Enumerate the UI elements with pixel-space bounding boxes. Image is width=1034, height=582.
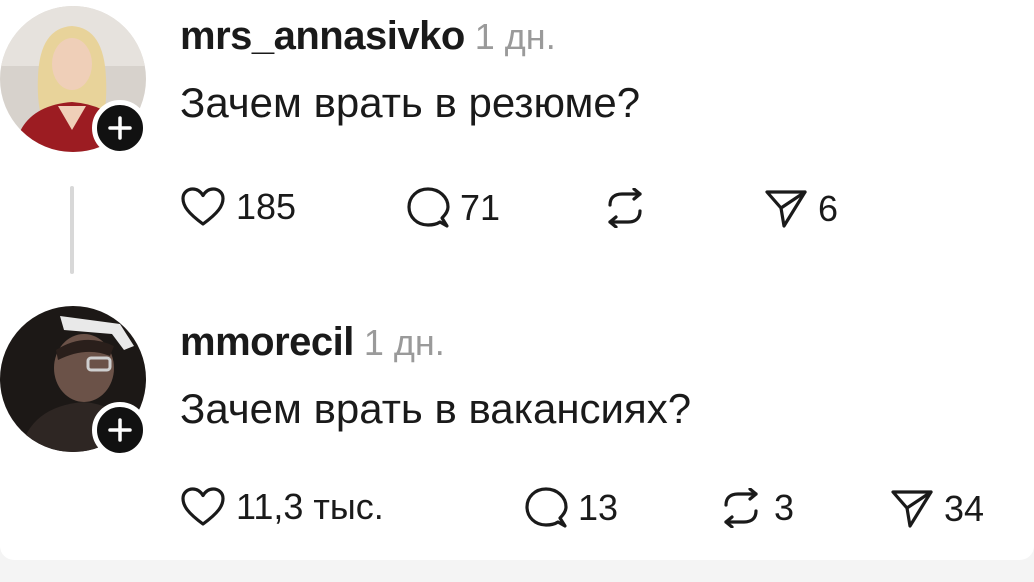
username[interactable]: mmorecil <box>180 320 354 364</box>
follow-button[interactable] <box>92 402 148 458</box>
comment-button[interactable]: 71 <box>406 186 500 230</box>
timestamp: 1 дн. <box>363 322 445 363</box>
share-button[interactable]: 34 <box>890 488 984 530</box>
share-count: 6 <box>818 188 839 229</box>
heart-icon <box>181 487 225 526</box>
comment-count: 71 <box>460 187 501 228</box>
repost-icon <box>608 188 642 228</box>
like-button[interactable]: 185 <box>180 186 296 228</box>
post-header: mrs_annasivko 1 дн. <box>180 16 556 56</box>
post-header: mmorecil 1 дн. <box>180 322 445 362</box>
comment-icon <box>407 187 450 228</box>
comment-count: 13 <box>578 487 619 528</box>
plus-icon <box>108 418 132 442</box>
repost-count: 3 <box>774 487 795 528</box>
comment-icon <box>525 487 568 528</box>
share-icon <box>891 490 933 528</box>
heart-icon <box>181 187 225 226</box>
comment-button[interactable]: 13 <box>524 486 618 530</box>
share-count: 34 <box>944 488 985 529</box>
post: mmorecil 1 дн. Зачем врать в вакансиях? 1… <box>0 306 1034 560</box>
repost-button[interactable] <box>602 188 658 228</box>
post: mrs_annasivko 1 дн. Зачем врать в резюме?… <box>0 0 1034 290</box>
like-button[interactable]: 11,3 тыс. <box>180 486 384 528</box>
share-icon <box>765 190 807 228</box>
repost-button[interactable]: 3 <box>718 488 794 528</box>
like-count: 185 <box>236 186 297 227</box>
timestamp: 1 дн. <box>474 16 556 57</box>
plus-icon <box>108 116 132 140</box>
follow-button[interactable] <box>92 100 148 156</box>
thread-line <box>70 186 74 274</box>
post-text: Зачем врать в резюме? <box>180 79 641 126</box>
post-text: Зачем врать в вакансиях? <box>180 385 692 432</box>
repost-icon <box>724 488 758 528</box>
username[interactable]: mrs_annasivko <box>180 14 465 58</box>
share-button[interactable]: 6 <box>764 188 838 230</box>
like-count: 11,3 тыс. <box>236 486 384 527</box>
thread-card: mrs_annasivko 1 дн. Зачем врать в резюме?… <box>0 0 1034 560</box>
